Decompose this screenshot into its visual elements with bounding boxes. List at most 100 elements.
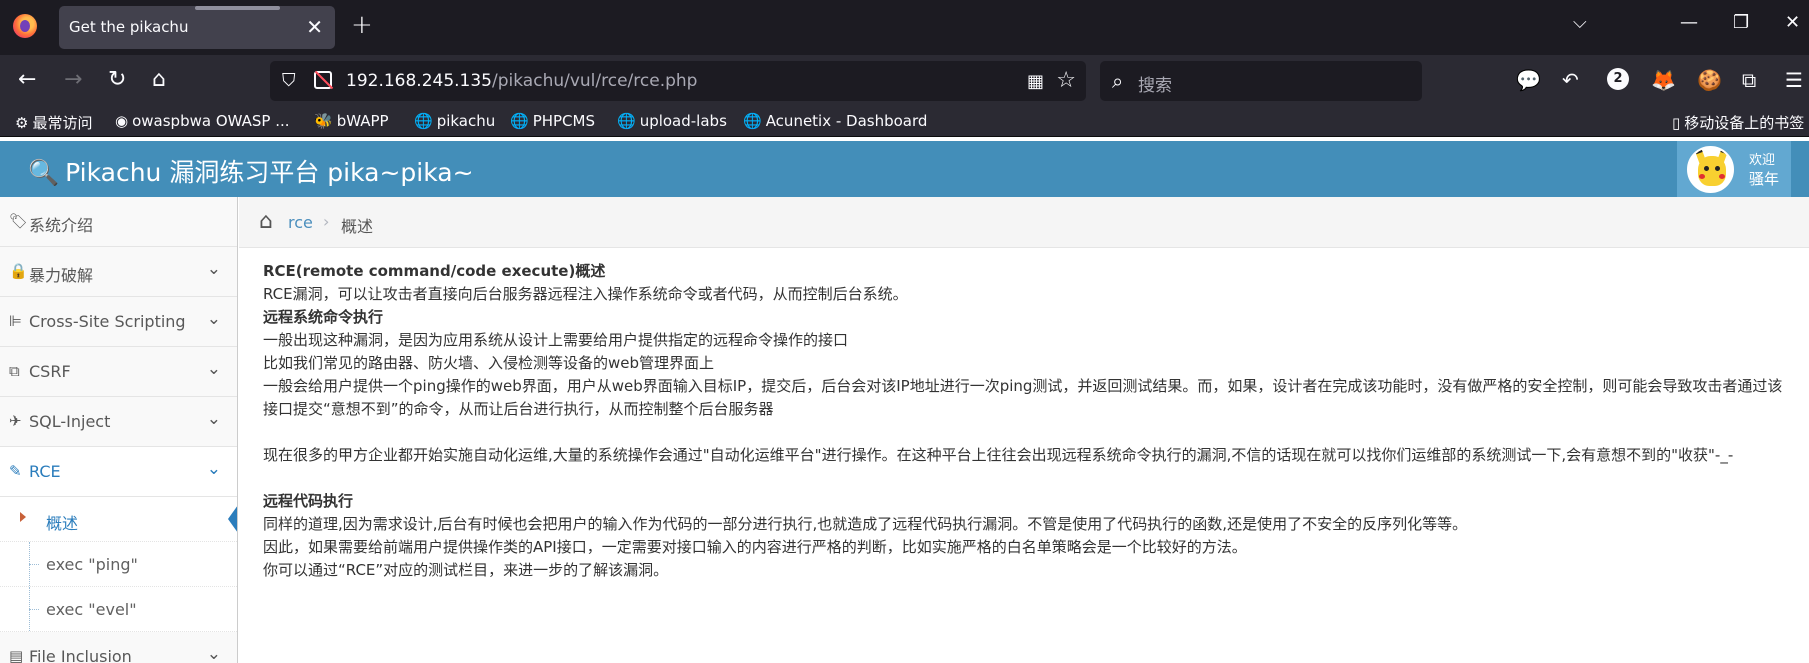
extension-badge[interactable]: 2 <box>1607 68 1629 90</box>
globe-icon: 🌐 <box>743 112 762 130</box>
forward-icon[interactable]: → <box>64 68 82 92</box>
bookmark-label: 最常访问 <box>32 114 93 132</box>
owasp-icon: ◉ <box>115 112 129 130</box>
fighter-jet-icon: ✈ <box>9 412 22 430</box>
extension-fox-icon[interactable]: 🦊 <box>1651 69 1676 91</box>
mobile-icon: ▯ <box>1672 114 1681 132</box>
section-heading: 远程系统命令执行 <box>263 308 384 326</box>
tree-dash <box>29 564 39 565</box>
sidebar-subitem-label: exec "ping" <box>46 555 138 574</box>
bookmark-most-visited[interactable]: ⚙ 最常访问 <box>15 112 92 133</box>
bee-icon: 🐝 <box>314 112 333 130</box>
bookmark-owaspbwa[interactable]: ◉ owaspbwa OWASP ... <box>115 112 290 130</box>
bookmark-label: Acunetix - Dashboard <box>765 112 928 130</box>
bookmark-upload-labs[interactable]: 🌐 upload-labs <box>617 112 727 130</box>
firefox-logo-icon[interactable] <box>13 14 37 38</box>
undo-icon[interactable]: ↶ <box>1562 69 1579 91</box>
breadcrumb: ⌂ rce › 概述 <box>239 197 1809 248</box>
paragraph: 比如我们常见的路由器、防火墙、入侵检测等设备的web管理界面上 <box>263 354 715 372</box>
globe-icon: 🌐 <box>510 112 529 130</box>
section-heading: RCE(remote command/code execute)概述 <box>263 262 606 280</box>
url-bar[interactable]: ⛉ 192.168.245.135/pikachu/vul/rce/rce.ph… <box>270 61 1086 101</box>
page-header: 🔍 Pikachu 漏洞练习平台 pika~pika~ 欢迎 骚年 <box>0 141 1809 197</box>
avatar <box>1687 146 1734 193</box>
file-icon: ▤ <box>9 647 24 663</box>
paragraph: 你可以通过“RCE”对应的测试栏目，来进一步的了解该漏洞。 <box>263 561 669 579</box>
bookmark-label: owaspbwa OWASP ... <box>132 112 290 130</box>
sidebar-item-bruteforce[interactable]: 🔒 暴力破解 ⌄ <box>0 247 237 297</box>
paragraph: 一般会给用户提供一个ping操作的web界面，用户从web界面输入目标IP，提交… <box>263 377 1783 418</box>
url-text[interactable]: 192.168.245.135/pikachu/vul/rce/rce.php <box>346 71 697 91</box>
search-bar[interactable]: ⌕ 搜索 <box>1100 61 1422 101</box>
header-edge <box>1791 141 1809 197</box>
brand[interactable]: 🔍 Pikachu 漏洞练习平台 pika~pika~ <box>28 153 474 189</box>
bookmark-pikachu[interactable]: 🌐 pikachu <box>414 112 495 130</box>
menu-icon[interactable]: ☰ <box>1785 69 1803 91</box>
list-all-tabs-icon[interactable]: ⌵ <box>1573 12 1587 33</box>
tracking-shield-icon[interactable]: ⛉ <box>282 70 296 91</box>
new-tab-icon[interactable]: + <box>351 10 373 40</box>
active-pointer <box>228 505 237 533</box>
sidebar-item-csrf[interactable]: ⧉ CSRF ⌄ <box>0 347 237 397</box>
lock-icon: 🔒 <box>9 262 28 280</box>
bookmark-bwapp[interactable]: 🐝 bWAPP <box>314 112 389 130</box>
brand-title: Pikachu 漏洞练习平台 pika~pika~ <box>65 158 474 187</box>
user-welcome: 欢迎 <box>1749 153 1776 168</box>
home-icon[interactable]: ⌂ <box>259 209 273 234</box>
bookmark-acunetix[interactable]: 🌐 Acunetix - Dashboard <box>743 112 927 130</box>
bookmark-label: pikachu <box>436 112 496 130</box>
extensions-puzzle-icon[interactable]: ⧉ <box>1742 69 1756 91</box>
bookmark-star-icon[interactable]: ☆ <box>1056 68 1076 93</box>
breadcrumb-separator-icon: › <box>323 212 330 231</box>
breadcrumb-link-rce[interactable]: rce <box>288 213 313 232</box>
sidebar: 🏷 系统介绍 🔒 暴力破解 ⌄ ⊫ Cross-Site Scripting ⌄… <box>0 197 238 663</box>
window-close-icon[interactable]: ✕ <box>1785 12 1800 33</box>
sidebar-item-xss[interactable]: ⊫ Cross-Site Scripting ⌄ <box>0 297 237 347</box>
sidebar-subitem-label: exec "evel" <box>46 600 137 619</box>
sidebar-item-intro[interactable]: 🏷 系统介绍 <box>0 197 237 247</box>
sidebar-subitem-label: 概述 <box>46 514 79 533</box>
pikachu-cheek <box>1699 174 1705 179</box>
reload-icon[interactable]: ↻ <box>108 68 126 92</box>
chat-icon[interactable]: 💬 <box>1516 69 1541 91</box>
bookmark-label: PHPCMS <box>532 112 595 130</box>
sidebar-item-rce[interactable]: ✎ RCE ⌄ <box>0 447 237 497</box>
sidebar-item-file-inclusion[interactable]: ▤ File Inclusion ⌄ <box>0 632 237 663</box>
home-icon[interactable]: ⌂ <box>152 68 166 92</box>
url-host: 192.168.245.135 <box>346 71 493 91</box>
sidebar-subitem-overview[interactable]: 概述 <box>0 497 237 542</box>
sitemap-icon: ⊫ <box>9 312 23 330</box>
cookie-icon[interactable]: 🍪 <box>1697 69 1722 91</box>
tab-close-icon[interactable]: ✕ <box>306 15 323 39</box>
pikachu-face <box>1698 156 1726 186</box>
gear-icon: ⚙ <box>15 114 29 132</box>
bookmark-mobile[interactable]: ▯ 移动设备上的书签 <box>1672 112 1804 133</box>
breadcrumb-current: 概述 <box>341 217 374 236</box>
back-icon[interactable]: ← <box>18 68 36 92</box>
paragraph: 同样的道理,因为需求设计,后台有时候也会把用户的输入作为代码的一部分进行执行,也… <box>263 515 1468 533</box>
url-path: /pikachu/vul/rce/rce.php <box>492 71 698 91</box>
bookmark-phpcms[interactable]: 🌐 PHPCMS <box>510 112 595 130</box>
paragraph: 因此，如果需要给前端用户提供操作类的API接口，一定需要对接口输入的内容进行严格… <box>263 538 1247 556</box>
minimize-icon[interactable]: — <box>1680 12 1698 33</box>
restore-icon[interactable]: ❐ <box>1733 12 1749 33</box>
sidebar-item-sqli[interactable]: ✈ SQL-Inject ⌄ <box>0 397 237 447</box>
browser-tab[interactable]: Get the pikachu ✕ <box>59 6 335 49</box>
sidebar-item-label: 暴力破解 <box>29 266 94 285</box>
search-icon: ⌕ <box>1112 69 1124 93</box>
sidebar-subitem-exec-ping[interactable]: exec "ping" <box>0 542 237 587</box>
sidebar-subitem-exec-evel[interactable]: exec "evel" <box>0 587 237 632</box>
chevron-down-icon: ⌄ <box>206 259 221 279</box>
user-menu[interactable]: 欢迎 骚年 <box>1677 141 1791 197</box>
user-name: 骚年 <box>1749 170 1780 188</box>
bookmarks-bar: ⚙ 最常访问 ◉ owaspbwa OWASP ... 🐝 bWAPP 🌐 pikach… <box>0 107 1809 137</box>
section-heading: 远程代码执行 <box>263 492 354 510</box>
browser-tab-bar: Get the pikachu ✕ + ⌵ — ❐ ✕ <box>0 0 1809 55</box>
insecure-lock-icon[interactable] <box>314 71 332 89</box>
paragraph: RCE漏洞，可以让攻击者直接向后台服务器远程注入操作系统命令或者代码，从而控制后… <box>263 285 908 303</box>
paragraph: 现在很多的甲方企业都开始实施自动化运维,大量的系统操作会通过"自动化运维平台"进… <box>263 446 1734 464</box>
chevron-down-icon: ⌄ <box>206 409 221 429</box>
qr-code-icon[interactable]: ▦ <box>1027 71 1044 92</box>
